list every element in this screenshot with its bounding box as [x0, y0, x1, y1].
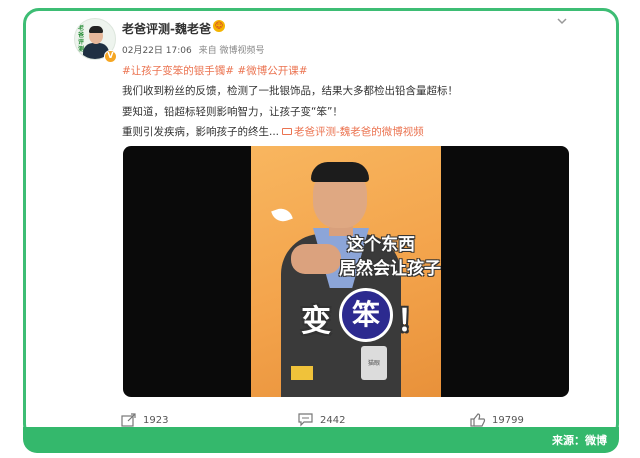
- post-meta: 02月22日 17:06 来自 微博视频号: [122, 43, 264, 56]
- video-thumbnail: 猫眼 这个东西 居然会让孩子 变 笨 ！: [251, 146, 441, 397]
- blush-face-icon: ☺: [213, 20, 225, 32]
- thumbs-up-icon: [470, 413, 486, 427]
- author-name[interactable]: 老爸评测-魏老爸: [122, 20, 211, 37]
- post-text-line-3: 重则引发疾病，影响孩子的终生... 老爸评测-魏老爸的微博视频: [122, 124, 424, 139]
- video-caption-big: 变: [301, 304, 331, 339]
- share-icon: [121, 413, 136, 427]
- post-text-line-3-prefix: 重则引发疾病，影响孩子的终生...: [122, 126, 280, 138]
- post-text-line-2: 要知道，铅超标轻则影响智力，让孩子变“笨”！: [122, 106, 343, 118]
- post-text-line-1: 我们收到粉丝的反馈，检测了一批银饰品，结果大多都检出铅含量超标！: [122, 85, 458, 97]
- verified-badge-icon: V: [104, 50, 117, 63]
- share-count: 1923: [143, 415, 169, 426]
- comment-count: 2442: [320, 415, 346, 426]
- video-caption-2: 居然会让孩子: [339, 259, 441, 279]
- video-player[interactable]: 猫眼 这个东西 居然会让孩子 变 笨 ！: [123, 146, 569, 397]
- post-date[interactable]: 02月22日: [122, 46, 163, 56]
- source-footer: 来源：微博: [23, 427, 619, 453]
- like-count: 19799: [492, 415, 524, 426]
- comment-icon: [298, 413, 313, 427]
- video-caption-1: 这个东西: [347, 235, 415, 255]
- video-link-label: 老爸评测-魏老爸的微博视频: [294, 126, 424, 138]
- video-icon: [282, 128, 293, 135]
- mug-text: 猫眼: [367, 360, 380, 367]
- video-link[interactable]: 老爸评测-魏老爸的微博视频: [279, 126, 424, 138]
- video-caption-exclaim: ！: [397, 304, 427, 339]
- post-time[interactable]: 17:06: [166, 46, 192, 56]
- mug: 猫眼: [361, 346, 387, 380]
- post-source: 来自 微博视频号: [198, 46, 265, 56]
- chevron-down-icon[interactable]: [555, 14, 569, 28]
- hashtags[interactable]: #让孩子变笨的银手镯# #微博公开课#: [122, 63, 308, 78]
- video-caption-circle: 笨: [339, 288, 393, 342]
- source-label: 来源：微博: [552, 434, 607, 447]
